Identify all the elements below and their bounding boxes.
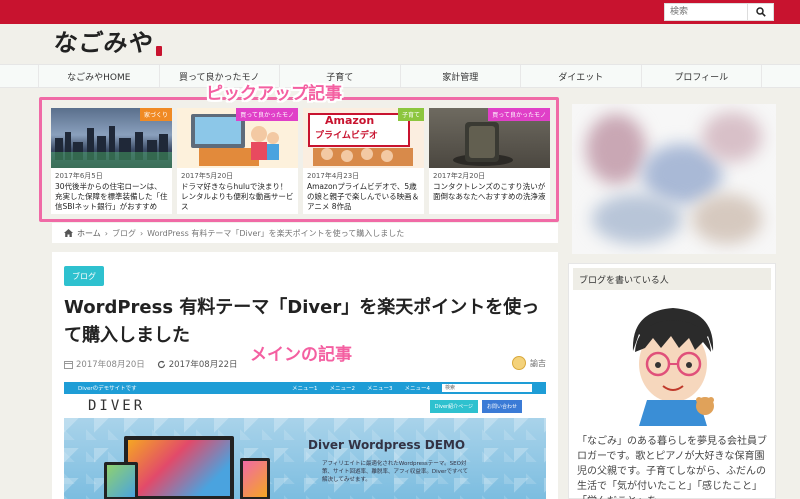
breadcrumb-separator: › <box>139 228 144 238</box>
demo-menu-4: メニュー4 <box>404 386 431 392</box>
pickup-card[interactable]: 家づくり 2017年6月5日 30代後半からの住宅ローンは、充実した保障を標準装… <box>51 108 172 214</box>
top-bar <box>0 0 800 24</box>
site-logo-text: なごみや <box>52 28 156 57</box>
pickup-title: 30代後半からの住宅ローンは、充実した保障を標準装備した「住信SBIネット銀行」… <box>55 182 168 211</box>
pickup-date: 2017年2月20日 <box>433 172 486 180</box>
demo-hero: Diver Wordpress DEMO アフィリエイトに最適化されたWordp… <box>64 418 546 499</box>
annotation-pickup: ピックアップ記事 <box>206 84 342 104</box>
thumbnail-caption-2: プライムビデオ <box>315 131 378 141</box>
pickup-thumbnail: 家づくり <box>51 108 172 168</box>
category-badge: 買って良かったモノ <box>236 108 298 121</box>
published-date-text: 2017年08月20日 <box>76 360 145 370</box>
breadcrumb-current: WordPress 有料テーマ「Diver」を楽天ポイントを使って購入しました <box>147 228 405 238</box>
site-header: なごみや <box>0 24 800 64</box>
nav-item-household[interactable]: 家計管理 <box>401 65 521 87</box>
site-logo[interactable]: なごみや <box>52 28 162 58</box>
nav-item-home[interactable]: なごみやHOME <box>38 65 160 87</box>
demo-search: 検索 <box>442 384 532 392</box>
logo-stamp <box>156 46 162 56</box>
device-monitor <box>124 436 234 499</box>
sidebar-profile-heading: ブログを書いている人 <box>573 268 771 290</box>
pickup-thumbnail: 買って良かったモノ <box>177 108 298 168</box>
category-badge: 買って良かったモノ <box>488 108 550 121</box>
demo-header: DIVER Diver紹介ページ お問い合わせ <box>64 394 546 418</box>
pickup-date: 2017年4月23日 <box>307 172 360 180</box>
sidebar-profile: ブログを書いている人 「なごみ」のある暮らしを夢見る会社員ブロガーです。歌とピア… <box>568 263 776 499</box>
published-date: 2017年08月20日 <box>64 358 145 370</box>
profile-avatar <box>632 308 714 426</box>
demo-menu-1: メニュー1 <box>292 386 318 392</box>
author-avatar <box>512 356 526 370</box>
demo-button-intro: Diver紹介ページ <box>429 399 478 413</box>
global-nav: なごみやHOME 買って良かったモノ 子育て 家計管理 ダイエット プロフィール <box>0 64 800 88</box>
article-meta: 2017年08月20日 2017年08月22日 <box>64 358 238 370</box>
refresh-icon <box>157 360 165 368</box>
annotation-main: メインの記事 <box>250 345 352 365</box>
search-input[interactable] <box>664 3 748 21</box>
pickup-section: 家づくり 2017年6月5日 30代後半からの住宅ローンは、充実した保障を標準装… <box>39 97 559 222</box>
search-icon <box>755 7 766 17</box>
author-name: 諭吉 <box>530 358 546 368</box>
breadcrumb-home[interactable]: ホーム <box>77 228 101 239</box>
category-badge: 子育て <box>397 108 424 121</box>
article-author[interactable]: 諭吉 <box>512 356 546 370</box>
pickup-title: コンタクトレンズのこすり洗いが面倒なあなたへおすすめの洗浄液 <box>433 182 546 201</box>
pickup-date: 2017年6月5日 <box>55 172 103 180</box>
breadcrumb-category[interactable]: ブログ <box>112 228 136 239</box>
sidebar-ad[interactable] <box>572 104 776 254</box>
device-phone <box>240 458 270 499</box>
home-icon <box>64 229 73 237</box>
device-tablet <box>104 462 138 499</box>
pickup-thumbnail: 買って良かったモノ <box>429 108 550 168</box>
sidebar-profile-text: 「なごみ」のある暮らしを夢見る会社員ブロガーです。歌とピアノが大好きな保育園児の… <box>577 436 767 499</box>
demo-menu-2: メニュー2 <box>329 386 356 392</box>
pickup-card[interactable]: 買って良かったモノ 2017年5月20日 ドラマ好きならhuluで決まり！レンタ… <box>177 108 298 214</box>
breadcrumb-separator: › <box>104 228 108 238</box>
main-article: ブログ WordPress 有料テーマ「Diver」を楽天ポイントを使って購入し… <box>52 252 558 499</box>
nav-item-profile[interactable]: プロフィール <box>642 65 762 87</box>
demo-logo: DIVER <box>88 398 146 414</box>
pickup-title: Amazonプライムビデオで、5歳の娘と親子で楽しんでいる映画＆アニメ 8作品 <box>307 182 420 211</box>
nav-item-diet[interactable]: ダイエット <box>521 65 642 87</box>
updated-date-text: 2017年08月22日 <box>168 360 238 370</box>
pickup-card[interactable]: Amazon プライムビデオ 子育て 2017年4月23日 Amazonプライム… <box>303 108 424 214</box>
pickup-card[interactable]: 買って良かったモノ 2017年2月20日 コンタクトレンズのこすり洗いが面倒なあ… <box>429 108 550 214</box>
search-button[interactable] <box>748 3 774 21</box>
thumbnail-caption-1: Amazon <box>325 114 375 127</box>
article-category-tag[interactable]: ブログ <box>64 266 104 286</box>
header-search <box>664 3 774 21</box>
breadcrumb: ホーム › ブログ › WordPress 有料テーマ「Diver」を楽天ポイン… <box>52 223 558 243</box>
demo-hero-subtitle: アフィリエイトに最適化されたWordpressテーマ。SEO対策、サイト回遊率、… <box>322 461 468 483</box>
category-badge: 家づくり <box>139 108 172 121</box>
demo-site-label: Diverのデモサイトです <box>78 386 137 392</box>
demo-button-contact: お問い合わせ <box>481 399 522 413</box>
pickup-title: ドラマ好きならhuluで決まり！レンタルよりも便利な動画サービス <box>181 182 294 211</box>
updated-date: 2017年08月22日 <box>157 358 238 370</box>
demo-menu-3: メニュー3 <box>367 386 393 392</box>
calendar-icon <box>64 360 73 369</box>
demo-topbar: Diverのデモサイトです メニュー1 メニュー2 メニュー3 メニュー4 検索 <box>64 382 546 394</box>
pickup-thumbnail: Amazon プライムビデオ 子育て <box>303 108 424 168</box>
article-featured-image: Diverのデモサイトです メニュー1 メニュー2 メニュー3 メニュー4 検索… <box>64 382 546 499</box>
demo-hero-title: Diver Wordpress DEMO <box>308 438 466 452</box>
pickup-date: 2017年5月20日 <box>181 172 234 180</box>
